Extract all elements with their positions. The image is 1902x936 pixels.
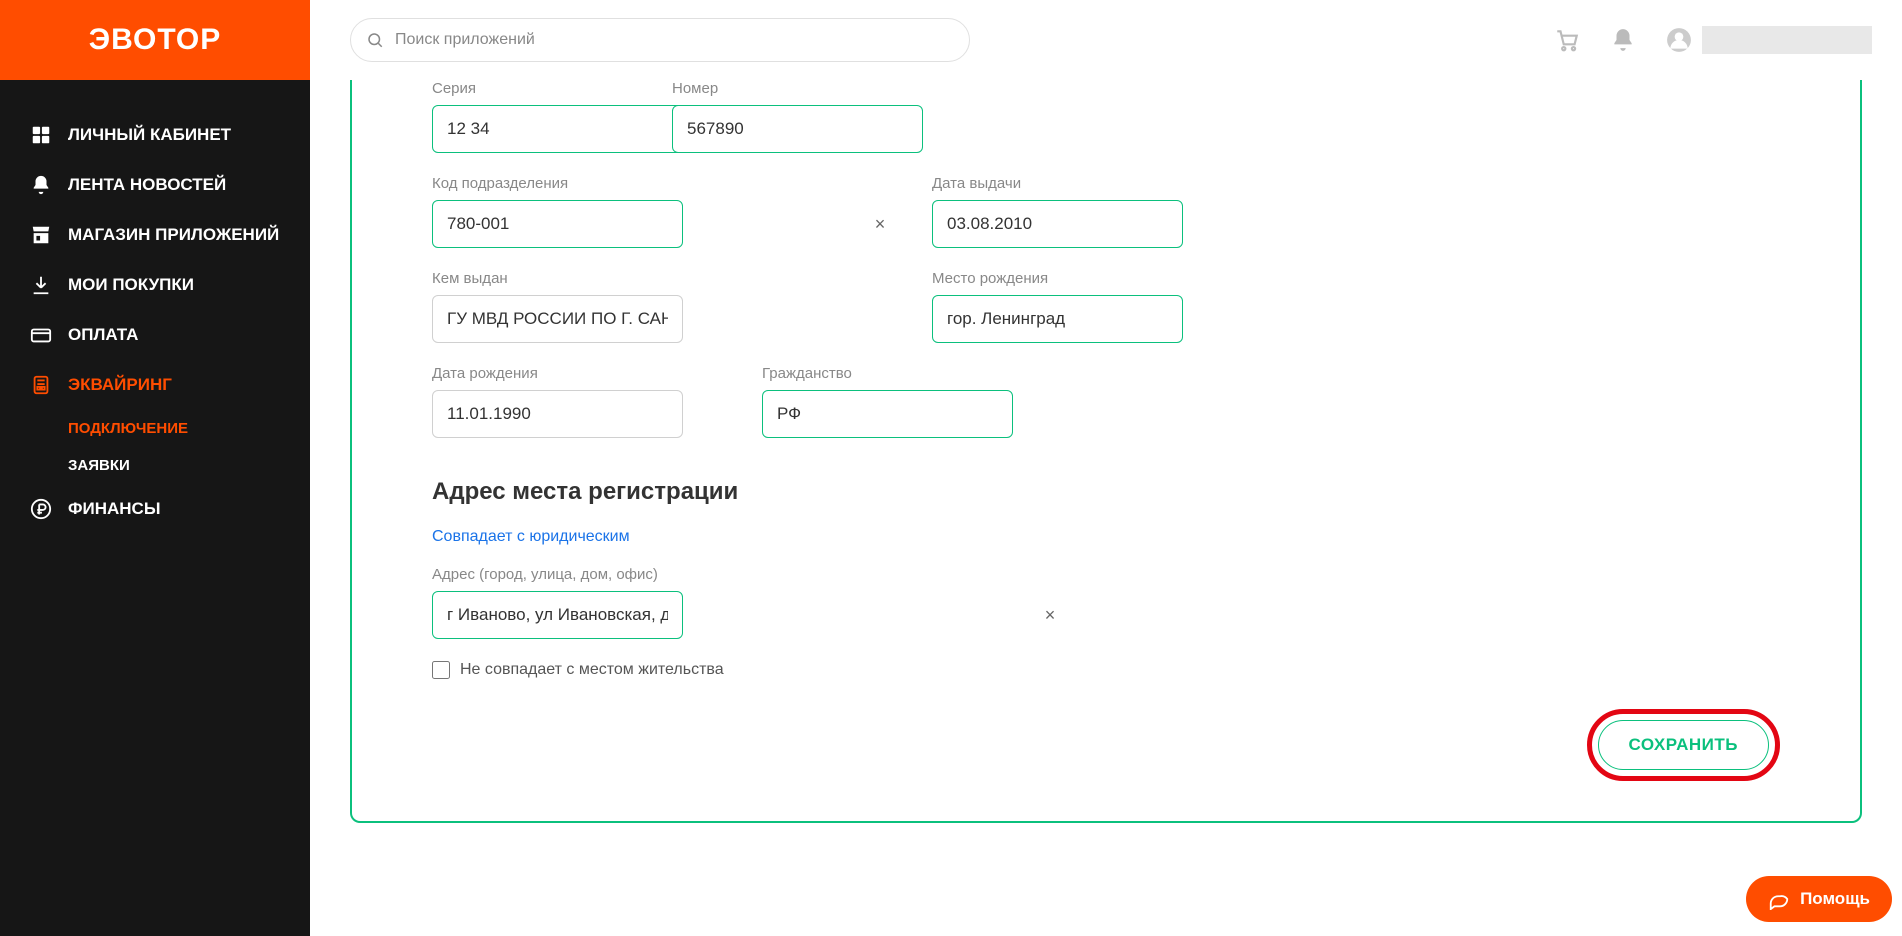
issue-date-label: Дата выдачи <box>932 175 1232 192</box>
sidebar-item-cabinet[interactable]: ЛИЧНЫЙ КАБИНЕТ <box>0 110 310 160</box>
sidebar-item-payment[interactable]: ОПЛАТА <box>0 310 310 360</box>
sidebar-label: ОПЛАТА <box>68 325 138 345</box>
dept-code-input[interactable] <box>432 200 683 248</box>
address-input[interactable] <box>432 591 683 639</box>
birth-date-label: Дата рождения <box>432 365 732 382</box>
sidebar-sub-requests[interactable]: ЗАЯВКИ <box>0 447 310 484</box>
header: ЭВОТОР <box>0 0 1902 80</box>
terminal-icon <box>30 374 52 396</box>
search-wrap <box>350 18 970 62</box>
sidebar-label: ФИНАНСЫ <box>68 499 160 519</box>
save-highlight: СОХРАНИТЬ <box>1587 709 1781 781</box>
birth-place-label: Место рождения <box>932 270 1402 287</box>
series-input[interactable] <box>432 105 683 153</box>
series-label: Серия <box>432 80 642 97</box>
citizenship-label: Гражданство <box>762 365 1062 382</box>
sidebar-item-store[interactable]: МАГАЗИН ПРИЛОЖЕНИЙ <box>0 210 310 260</box>
sidebar-item-news[interactable]: ЛЕНТА НОВОСТЕЙ <box>0 160 310 210</box>
search-icon <box>366 31 384 49</box>
save-button[interactable]: СОХРАНИТЬ <box>1598 720 1770 770</box>
birth-place-input[interactable] <box>932 295 1183 343</box>
sidebar-label: МАГАЗИН ПРИЛОЖЕНИЙ <box>68 225 279 245</box>
sidebar-label: ЛИЧНЫЙ КАБИНЕТ <box>68 125 231 145</box>
not-same-residence-checkbox[interactable] <box>432 661 450 679</box>
sidebar-item-purchases[interactable]: МОИ ПОКУПКИ <box>0 260 310 310</box>
help-button[interactable]: Помощь <box>1746 876 1892 922</box>
number-input[interactable] <box>672 105 923 153</box>
logo[interactable]: ЭВОТОР <box>0 0 310 80</box>
user-menu[interactable] <box>1666 26 1872 54</box>
search-input[interactable] <box>350 18 970 62</box>
card-icon <box>30 324 52 346</box>
address-label: Адрес (город, улица, дом, офис) <box>432 566 1072 583</box>
not-same-residence-label[interactable]: Не совпадает с местом жительства <box>460 661 724 679</box>
sidebar-sub-connect[interactable]: ПОДКЛЮЧЕНИЕ <box>0 410 310 447</box>
sidebar-item-acquiring[interactable]: ЭКВАЙРИНГ <box>0 360 310 410</box>
header-right <box>1554 26 1902 54</box>
sidebar: ЛИЧНЫЙ КАБИНЕТ ЛЕНТА НОВОСТЕЙ МАГАЗИН ПР… <box>0 80 310 936</box>
sidebar-label: МОИ ПОКУПКИ <box>68 275 194 295</box>
issued-by-label: Кем выдан <box>432 270 902 287</box>
bell-icon[interactable] <box>1610 27 1636 53</box>
sidebar-label: ЭКВАЙРИНГ <box>68 375 172 395</box>
grid-icon <box>30 124 52 146</box>
user-name-masked <box>1702 26 1872 54</box>
user-icon <box>1666 27 1692 53</box>
address-section-title: Адрес места регистрации <box>432 478 1780 506</box>
main: Серия Номер Код подразделения × Дата выд… <box>310 80 1902 936</box>
chat-icon <box>1768 888 1790 910</box>
sidebar-item-finance[interactable]: ФИНАНСЫ <box>0 484 310 534</box>
issue-date-input[interactable] <box>932 200 1183 248</box>
bell-icon <box>30 174 52 196</box>
clear-icon[interactable]: × <box>1040 605 1060 625</box>
cart-icon[interactable] <box>1554 27 1580 53</box>
dept-code-label: Код подразделения <box>432 175 902 192</box>
citizenship-input[interactable] <box>762 390 1013 438</box>
birth-date-input[interactable] <box>432 390 683 438</box>
ruble-icon <box>30 498 52 520</box>
download-icon <box>30 274 52 296</box>
sidebar-label: ЛЕНТА НОВОСТЕЙ <box>68 175 226 195</box>
store-icon <box>30 224 52 246</box>
clear-icon[interactable]: × <box>870 214 890 234</box>
issued-by-input[interactable] <box>432 295 683 343</box>
form-card: Серия Номер Код подразделения × Дата выд… <box>350 80 1862 823</box>
number-label: Номер <box>672 80 882 97</box>
help-label: Помощь <box>1800 889 1870 909</box>
same-as-legal-link[interactable]: Совпадает с юридическим <box>432 528 630 546</box>
